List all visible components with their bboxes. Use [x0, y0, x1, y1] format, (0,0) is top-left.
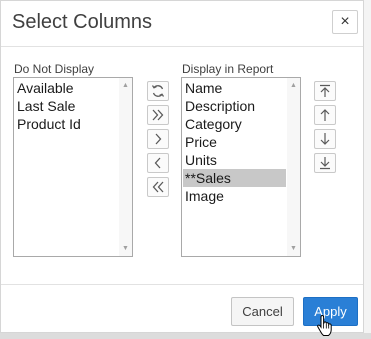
- move-up-icon: [320, 109, 330, 121]
- dialog-footer: Cancel Apply: [1, 284, 363, 334]
- list-item[interactable]: Description: [183, 97, 286, 115]
- scroll-down-arrow-icon[interactable]: ▼: [119, 242, 132, 255]
- listbox-scrollbar[interactable]: ▲ ▼: [287, 78, 300, 256]
- dialog-header: Select Columns ×: [1, 1, 363, 47]
- move-up-button[interactable]: [314, 105, 336, 125]
- list-item-selected[interactable]: **Sales: [183, 169, 286, 187]
- list-item[interactable]: Image: [183, 187, 286, 205]
- list-item[interactable]: Product Id: [15, 115, 118, 133]
- move-right-button[interactable]: [147, 129, 169, 149]
- move-bottom-button[interactable]: [314, 153, 336, 173]
- listbox-scrollbar[interactable]: ▲ ▼: [119, 78, 132, 256]
- move-top-button[interactable]: [314, 81, 336, 101]
- reset-button[interactable]: [147, 81, 169, 101]
- display-in-report-listbox[interactable]: Name Description Category Price Units **…: [181, 77, 301, 257]
- refresh-icon: [151, 85, 165, 97]
- move-all-left-icon: [152, 181, 164, 193]
- move-all-right-button[interactable]: [147, 105, 169, 125]
- hand-cursor-icon: [317, 315, 332, 336]
- close-button[interactable]: ×: [332, 10, 358, 34]
- display-in-report-label: Display in Report: [182, 62, 274, 76]
- list-item[interactable]: Name: [183, 79, 286, 97]
- move-bottom-icon: [320, 157, 330, 170]
- move-down-button[interactable]: [314, 129, 336, 149]
- move-all-right-icon: [152, 109, 164, 121]
- move-right-icon: [155, 133, 162, 145]
- move-all-left-button[interactable]: [147, 177, 169, 197]
- scroll-up-arrow-icon[interactable]: ▲: [287, 79, 300, 92]
- close-icon: ×: [340, 13, 350, 30]
- do-not-display-listbox[interactable]: Available Last Sale Product Id ▲ ▼: [13, 77, 133, 257]
- list-item[interactable]: Last Sale: [15, 97, 118, 115]
- list-item[interactable]: Price: [183, 133, 286, 151]
- scroll-up-arrow-icon[interactable]: ▲: [119, 79, 132, 92]
- move-left-button[interactable]: [147, 153, 169, 173]
- list-item[interactable]: Category: [183, 115, 286, 133]
- scroll-down-arrow-icon[interactable]: ▼: [287, 242, 300, 255]
- dialog-title: Select Columns: [12, 11, 153, 33]
- list-item[interactable]: Available: [15, 79, 118, 97]
- move-left-icon: [154, 157, 161, 169]
- cancel-button[interactable]: Cancel: [231, 297, 294, 326]
- do-not-display-label: Do Not Display: [14, 62, 95, 76]
- select-columns-dialog: Select Columns × Do Not Display Availabl…: [0, 0, 364, 333]
- list-item[interactable]: Units: [183, 151, 286, 169]
- move-down-icon: [320, 133, 330, 145]
- move-top-icon: [320, 84, 330, 97]
